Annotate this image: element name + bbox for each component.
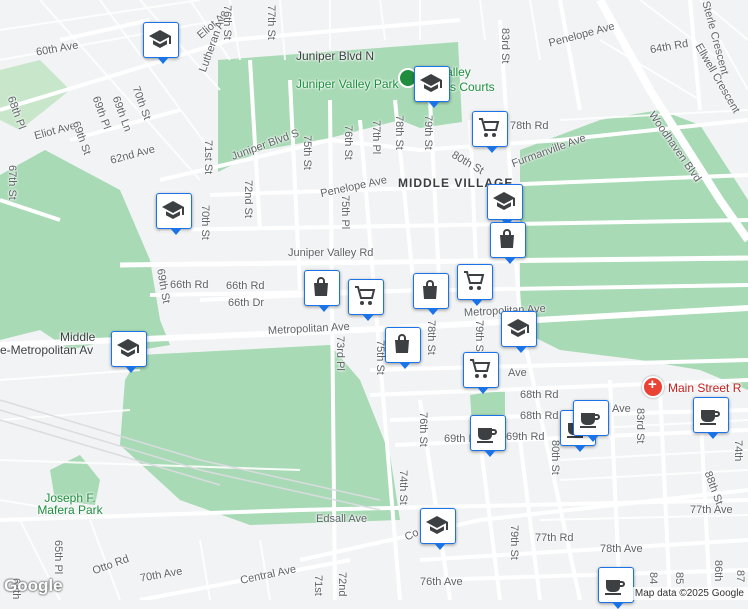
street-label: 70th St [199, 205, 211, 240]
street-label: 83rd St [499, 28, 511, 64]
street-label: 79th St [508, 525, 520, 560]
school-marker[interactable] [414, 66, 450, 108]
street-label: 78th St [393, 115, 405, 150]
street-label: 76th St [221, 5, 233, 40]
school-marker[interactable] [111, 331, 147, 373]
street-label: 69th Rd [506, 431, 545, 443]
street-label: 66th Rd [226, 280, 265, 292]
street-label: 78th Rd [510, 120, 549, 132]
street-label: 66th Rd [170, 279, 209, 291]
street-label: 79th St [422, 115, 434, 150]
street-label: 76th St [417, 412, 429, 447]
street-label: Ave [508, 367, 527, 379]
street-label: 66th Dr [228, 297, 265, 309]
shopping-cart-marker[interactable] [457, 264, 493, 306]
shopping-bag-marker[interactable] [304, 270, 340, 312]
shopping-cart-marker[interactable] [472, 111, 508, 153]
school-marker[interactable] [420, 508, 456, 550]
street-label: 65th Pl [52, 540, 64, 575]
station-label: e-Metropolitan Av [0, 343, 94, 357]
street-label: Juniper Valley Rd [288, 247, 374, 259]
street-label: 74th St [397, 470, 409, 505]
street-label: 76th Ave [420, 576, 463, 588]
street-label: 75th St [374, 340, 386, 375]
place-label: s Courts [450, 80, 495, 94]
street-label: 71st St [202, 140, 214, 175]
street-label: 71st [312, 575, 324, 596]
street-label: 74th [732, 440, 744, 462]
park-label: Juniper Valley Park [296, 77, 399, 91]
school-marker[interactable] [143, 22, 179, 64]
street-label: 83rd St [634, 408, 646, 444]
coffee-marker[interactable] [693, 397, 729, 439]
school-marker[interactable] [156, 193, 192, 235]
street-label: 77th St [265, 5, 277, 40]
google-logo: Google [4, 576, 63, 595]
coffee-marker[interactable] [470, 415, 506, 457]
street-label: 84 [647, 572, 659, 585]
station-label: Middle [60, 330, 96, 344]
place-label: Main Street R [668, 381, 742, 395]
street-label: 67th St [6, 165, 18, 200]
street-label: 85 [673, 572, 685, 585]
street-label: 78th St [425, 320, 437, 355]
street-label: 87 [734, 570, 746, 583]
street-label: 73rd Pl [334, 336, 346, 371]
shopping-cart-marker[interactable] [348, 279, 384, 321]
street-label: 79th St [473, 320, 485, 355]
map-attribution: Map data ©2025 Google [630, 587, 748, 600]
map-canvas[interactable]: Juniper Blvd N Juniper Valley Park er Va… [0, 0, 748, 609]
shopping-cart-marker[interactable] [463, 352, 499, 394]
street-label: 86th [712, 560, 724, 582]
shopping-bag-marker[interactable] [490, 222, 526, 264]
shopping-bag-marker[interactable] [413, 273, 449, 315]
street-label: Edsall Ave [316, 513, 368, 525]
street-label: 77th Rd [535, 532, 574, 544]
street-label: 75th Pl [339, 195, 351, 230]
coffee-marker[interactable] [598, 567, 634, 609]
street-label: Ave [612, 403, 631, 415]
street-label: 72nd [336, 572, 348, 597]
park-label: Joseph F. Mafera Park [37, 491, 103, 517]
hospital-pin[interactable] [642, 376, 664, 398]
street-label: 68th Rd [520, 389, 559, 401]
street-label: 68th Rd [520, 410, 559, 422]
street-label: 72nd St [242, 180, 254, 218]
street-label: 80th St [549, 440, 561, 475]
street-label: Juniper Blvd N [296, 49, 375, 63]
street-label: 76th St [342, 125, 354, 160]
school-marker[interactable] [487, 184, 523, 226]
shopping-bag-marker[interactable] [385, 327, 421, 369]
street-label: 77th Pl [370, 120, 382, 155]
coffee-marker[interactable] [573, 400, 609, 442]
street-label: 78th Ave [600, 543, 643, 555]
street-label: 77th Ave [690, 504, 733, 516]
street-label: 75th St [301, 135, 313, 170]
school-marker[interactable] [501, 311, 537, 353]
